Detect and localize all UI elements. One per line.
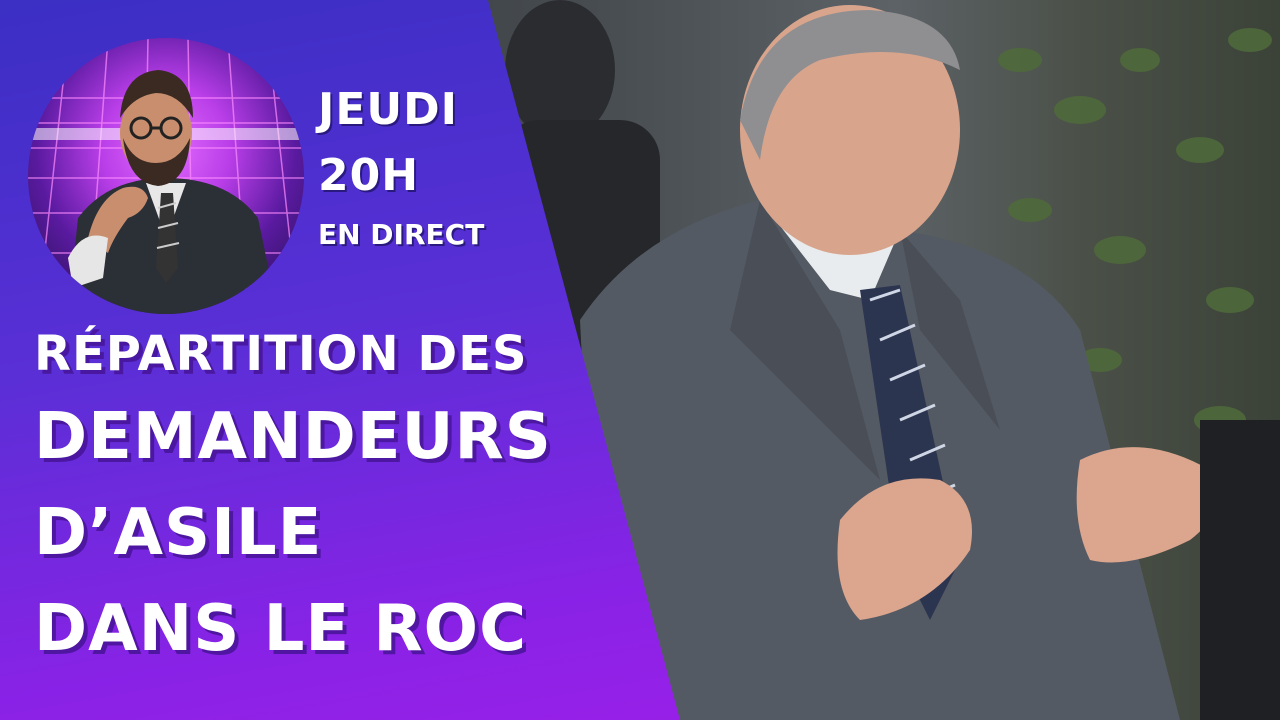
host-avatar bbox=[28, 38, 304, 314]
headline-line-4: DANS LE ROC bbox=[34, 592, 528, 666]
headline-line-3: D’ASILE bbox=[34, 496, 323, 570]
show-day: JEUDI bbox=[318, 84, 459, 135]
headline-line-2: DEMANDEURS bbox=[34, 400, 552, 474]
host-illustration bbox=[28, 38, 304, 314]
headline-line-1: RÉPARTITION DES bbox=[34, 326, 528, 382]
live-label: EN DIRECT bbox=[318, 218, 485, 251]
show-time: 20H bbox=[318, 150, 420, 201]
